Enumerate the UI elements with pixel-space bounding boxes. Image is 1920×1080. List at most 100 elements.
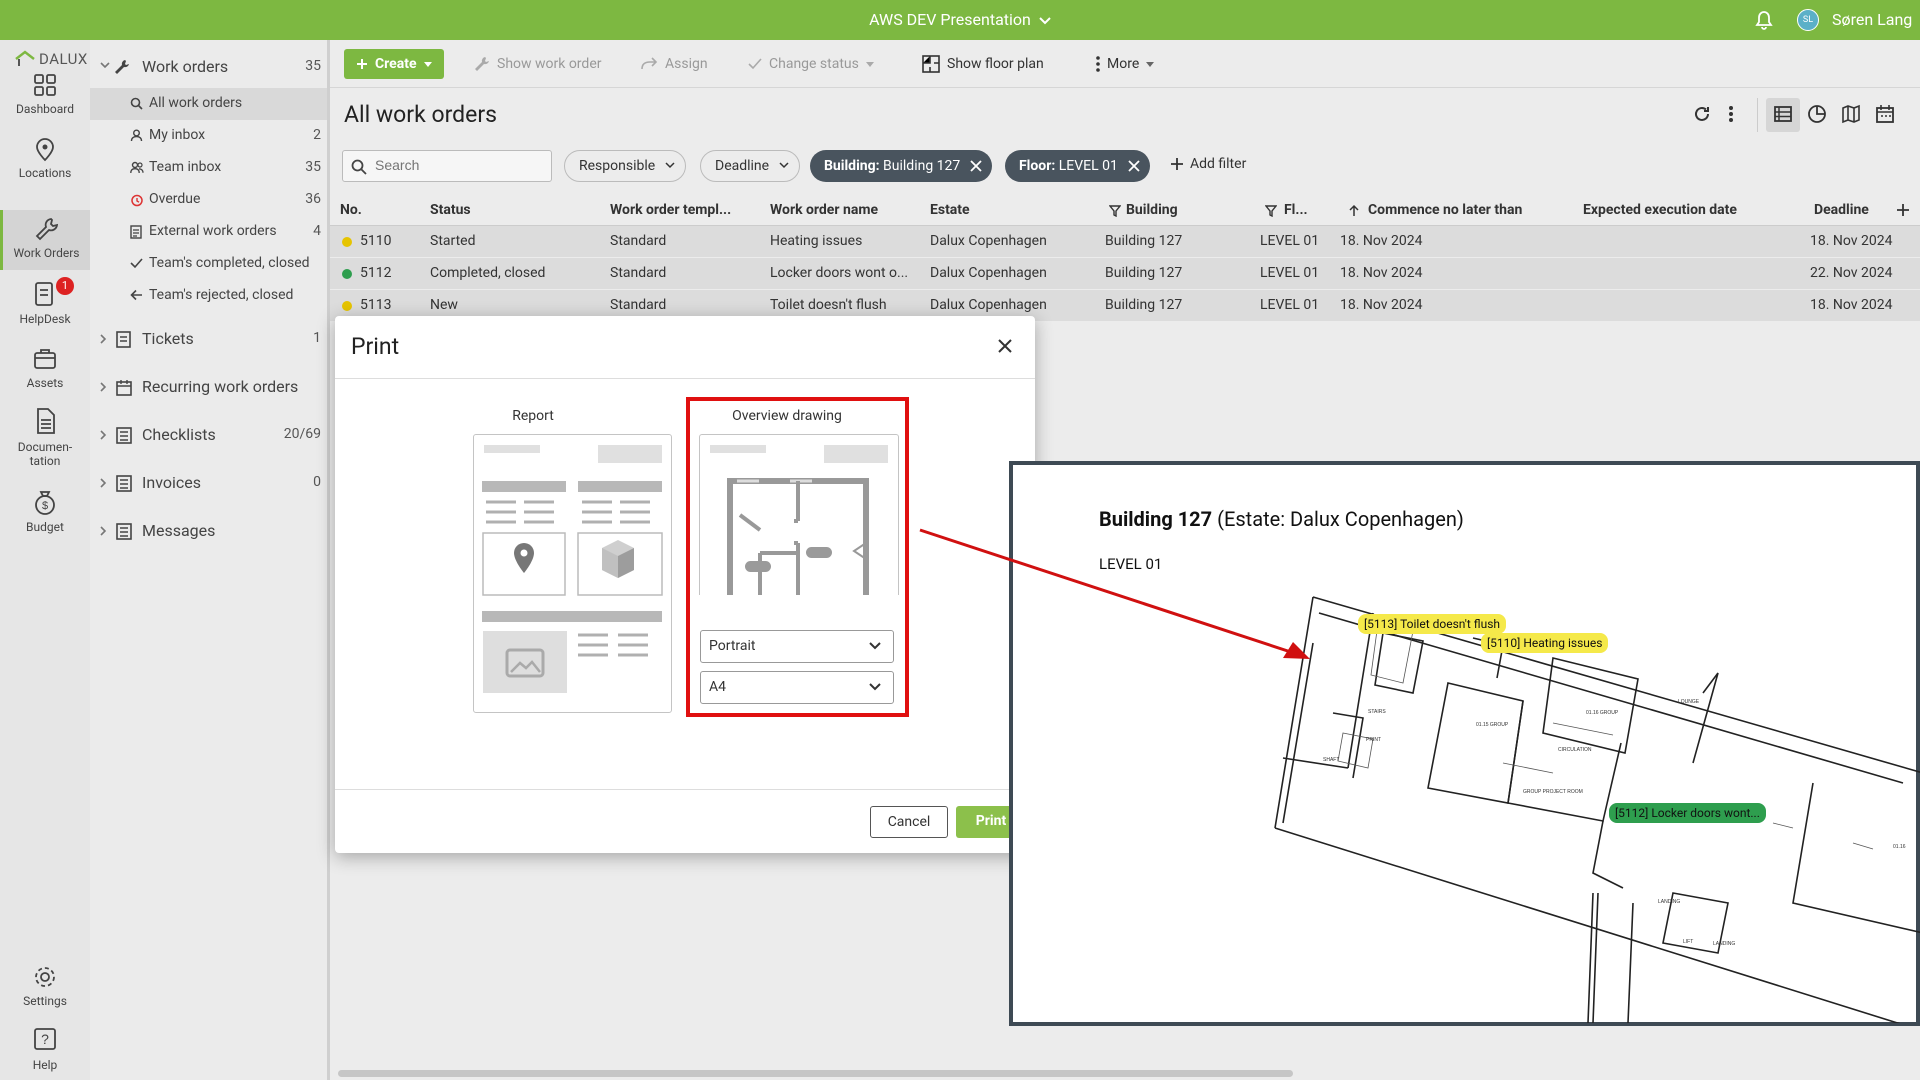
rail-help[interactable]: ? Help	[0, 1026, 90, 1072]
rail-locations[interactable]: Locations	[0, 136, 90, 180]
caret-down-icon	[423, 61, 432, 67]
bell-icon[interactable]	[1755, 10, 1773, 30]
deadline-filter[interactable]: Deadline	[700, 150, 801, 182]
wrench-icon	[35, 218, 58, 241]
cancel-button[interactable]: Cancel	[870, 806, 948, 838]
rail-settings[interactable]: Settings	[0, 964, 90, 1008]
calendar-icon[interactable]	[1875, 104, 1895, 124]
refresh-icon[interactable]	[1692, 104, 1712, 124]
rail-label: Locations	[18, 166, 72, 180]
col-status[interactable]: Status	[430, 202, 471, 218]
building-filter-chip[interactable]: Building: Building 127	[810, 150, 993, 182]
tree-recurring-work-orders[interactable]: Recurring work orders	[90, 371, 327, 403]
check-icon	[130, 258, 143, 269]
col-no[interactable]: No.	[340, 202, 362, 218]
chevron-right-icon	[100, 478, 107, 488]
search-input[interactable]	[375, 157, 545, 173]
user-name[interactable]: Søren Lang	[1832, 10, 1912, 29]
add-filter-button[interactable]: Add filter	[1170, 156, 1246, 172]
close-icon[interactable]	[997, 338, 1013, 354]
col-commence[interactable]: Commence no later than	[1368, 202, 1522, 218]
alarm-clock-icon	[131, 194, 143, 207]
tree-label: Team's completed, closed	[149, 255, 310, 271]
floor-filter-chip[interactable]: Floor: LEVEL 01	[1005, 150, 1150, 182]
team-icon	[130, 161, 144, 174]
vertical-dots-icon[interactable]	[1728, 104, 1734, 124]
svg-text:GROUP PROJECT ROOM: GROUP PROJECT ROOM	[1523, 789, 1583, 795]
svg-text:LANDING: LANDING	[1713, 941, 1735, 947]
overview-highlight-frame	[686, 397, 909, 717]
cell-no: 5110	[360, 233, 392, 249]
more-button[interactable]: More	[1096, 49, 1155, 79]
map-icon[interactable]	[1841, 104, 1861, 124]
tree-count: 20/69	[283, 426, 321, 442]
tree-item-overdue[interactable]: Overdue 36	[90, 184, 327, 216]
horizontal-scrollbar[interactable]	[338, 1070, 1293, 1077]
create-label: Create	[375, 56, 417, 72]
show-work-order-button[interactable]: Show work order	[474, 49, 601, 79]
vertical-dots-icon	[1096, 56, 1100, 72]
tree-label: Team inbox	[149, 159, 222, 175]
list-view-icon	[1774, 106, 1792, 122]
rail-documentation[interactable]: Documen-tation	[0, 406, 90, 468]
tree-work-orders[interactable]: Work orders 35	[90, 51, 327, 83]
svg-text:LANDING: LANDING	[1658, 899, 1680, 905]
col-estate[interactable]: Estate	[930, 202, 970, 218]
rail-work-orders[interactable]: Work Orders	[0, 210, 90, 270]
tree-item-my-inbox[interactable]: My inbox 2	[90, 120, 327, 152]
tree-item-teams-completed[interactable]: Team's completed, closed	[90, 248, 327, 280]
cell-estate: Dalux Copenhagen	[930, 265, 1047, 281]
col-expected[interactable]: Expected execution date	[1583, 202, 1737, 218]
svg-text:LIFT: LIFT	[1683, 939, 1693, 945]
col-building[interactable]: Building	[1126, 202, 1178, 218]
cell-building: Building 127	[1105, 297, 1183, 313]
close-icon[interactable]	[1128, 160, 1140, 172]
project-name: AWS DEV Presentation	[869, 10, 1031, 29]
helpdesk-icon	[35, 282, 53, 306]
floor-plan-icon	[922, 55, 940, 73]
search-field[interactable]	[342, 150, 552, 182]
tree-item-all-work-orders[interactable]: All work orders	[90, 88, 327, 120]
col-name[interactable]: Work order name	[770, 202, 878, 218]
tree-count: 35	[305, 159, 321, 175]
pie-chart-icon[interactable]	[1807, 104, 1827, 124]
create-button[interactable]: Create	[344, 49, 444, 79]
table-row[interactable]: 5112 Completed, closed Standard Locker d…	[330, 258, 1920, 290]
col-deadline[interactable]: Deadline	[1814, 202, 1869, 218]
assign-label: Assign	[665, 56, 708, 72]
caret-down-icon	[1146, 61, 1155, 67]
nav-tree: Work orders 35 All work orders My inbox …	[90, 40, 330, 1080]
status-dot	[342, 269, 352, 279]
col-template[interactable]: Work order templ...	[610, 202, 731, 218]
tree-checklists[interactable]: Checklists 20/69	[90, 419, 327, 451]
top-bar: AWS DEV Presentation SL Søren Lang	[0, 0, 1920, 40]
rail-budget[interactable]: $ Budget	[0, 488, 90, 534]
report-option-card[interactable]	[473, 434, 672, 713]
add-column-icon[interactable]	[1896, 203, 1910, 217]
col-floor[interactable]: Fl...	[1284, 202, 1308, 218]
tree-item-teams-rejected[interactable]: Team's rejected, closed	[90, 280, 327, 312]
cell-commence: 18. Nov 2024	[1340, 233, 1423, 249]
tree-messages[interactable]: Messages	[90, 515, 327, 547]
responsible-filter[interactable]: Responsible	[564, 150, 687, 182]
tree-item-external-work-orders[interactable]: External work orders 4	[90, 216, 327, 248]
project-selector[interactable]: AWS DEV Presentation	[0, 10, 1920, 29]
table-row[interactable]: 5110 Started Standard Heating issues Dal…	[330, 226, 1920, 258]
rail-dashboard[interactable]: Dashboard	[0, 72, 90, 116]
rail-assets[interactable]: Assets	[0, 346, 90, 390]
logo-text: DALUX	[39, 50, 88, 68]
tree-item-team-inbox[interactable]: Team inbox 35	[90, 152, 327, 184]
rail-helpdesk[interactable]: HelpDesk 1	[0, 277, 90, 326]
close-icon[interactable]	[970, 160, 982, 172]
assign-button[interactable]: Assign	[640, 49, 708, 79]
money-bag-icon: $	[35, 491, 55, 515]
dalux-logo[interactable]: DALUX	[14, 50, 88, 68]
tree-tickets[interactable]: Tickets 1	[90, 323, 327, 355]
tree-invoices[interactable]: Invoices 0	[90, 467, 327, 499]
tree-count: 4	[313, 223, 321, 239]
tree-label: Work orders	[142, 57, 229, 76]
filter-label: Deadline	[715, 158, 770, 174]
show-floor-plan-button[interactable]: Show floor plan	[922, 49, 1044, 79]
avatar[interactable]: SL	[1797, 9, 1819, 31]
change-status-button[interactable]: Change status	[748, 49, 874, 79]
